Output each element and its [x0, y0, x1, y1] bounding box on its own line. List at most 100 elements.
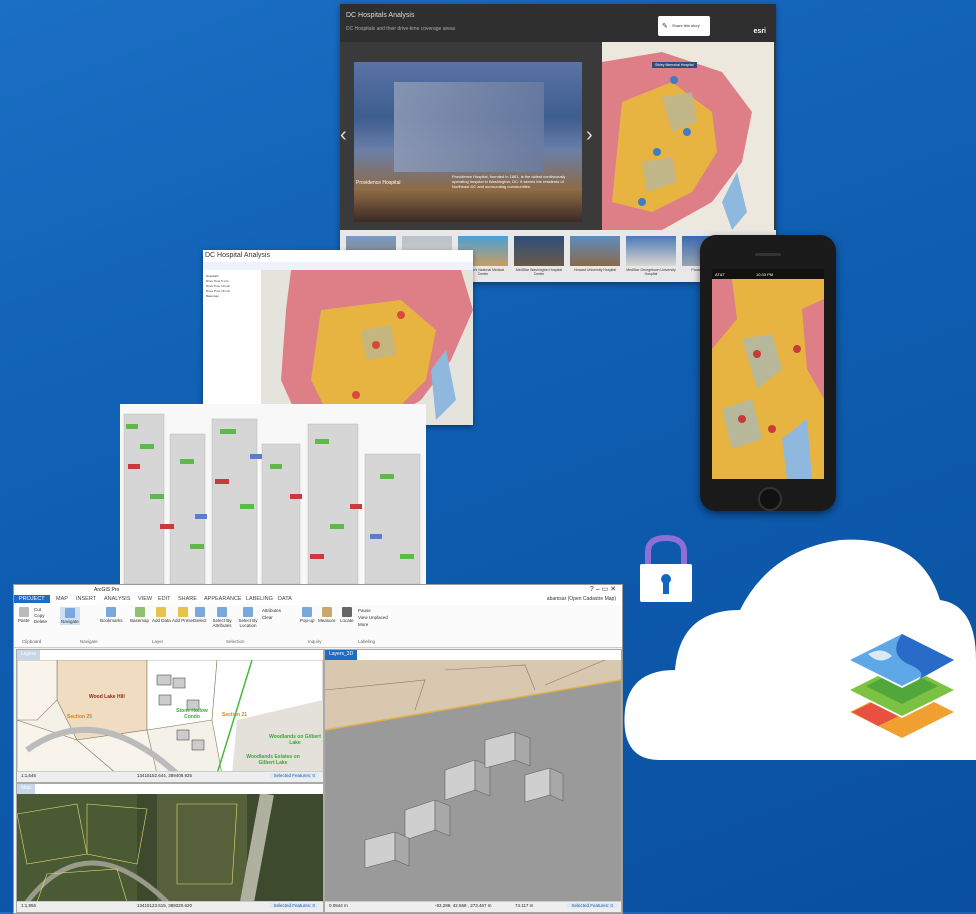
web-app-window: DC Hospital Analysis Hospitals Drive Tim…	[203, 250, 473, 425]
arcgis-pro-window: ArcGIS Pro ? – ▭ ✕ PROJECT MAP INSERT AN…	[13, 584, 623, 914]
selected-features[interactable]: Selected Features: 0	[269, 903, 319, 908]
scale-selector[interactable]: 1:1,856	[21, 903, 36, 908]
labeling-buttons[interactable]: Pause View Unplaced More	[358, 607, 388, 628]
esri-logo: esri	[753, 28, 766, 35]
tab-share[interactable]: SHARE	[178, 596, 197, 602]
attributes-button[interactable]: Attributes	[262, 607, 281, 614]
navigate-button[interactable]: Navigate	[60, 607, 80, 625]
select-by-location-button[interactable]: Select By Location	[236, 607, 260, 628]
share-button[interactable]: ✎ Share this story	[658, 16, 710, 36]
layer-item[interactable]: Basemap	[206, 294, 258, 299]
thumbnail[interactable]	[570, 236, 620, 266]
hospital-marker	[372, 341, 380, 349]
tab-analysis[interactable]: ANALYSIS	[104, 596, 131, 602]
clock: 10:33 PM	[756, 272, 774, 277]
photo-description: Providence Hospital, founded in 1861, is…	[452, 174, 566, 189]
phone-screen[interactable]: AT&T 10:33 PM	[712, 269, 824, 479]
web-app-sidebar: Hospitals Drive Time 5 min Drive Time 10…	[203, 270, 262, 425]
location-icon	[243, 607, 253, 617]
locate-icon	[341, 607, 352, 617]
hospital-marker	[653, 148, 661, 156]
tab-project[interactable]: PROJECT	[14, 595, 50, 603]
coordinates: 13415152.644, 389408.925	[137, 773, 193, 778]
thumbnail[interactable]	[626, 236, 676, 266]
tab-view[interactable]: VIEW	[138, 596, 152, 602]
group-layer: Layer	[152, 639, 164, 644]
tab-appearance[interactable]: APPEARANCE	[204, 596, 242, 602]
group-navigate: Navigate	[80, 639, 98, 644]
select-by-attributes-button[interactable]: Select By Attributes	[210, 607, 234, 628]
selection-small-buttons[interactable]: Attributes Clear	[262, 607, 281, 621]
hospital-marker	[768, 425, 776, 433]
pencil-icon: ✎	[662, 23, 668, 30]
lock-icon	[640, 534, 692, 602]
map-popup: Sibley Memorial Hospital	[652, 62, 697, 68]
hospital-marker	[753, 350, 761, 358]
hospital-marker	[670, 76, 678, 84]
add-data-button[interactable]: Add Data	[152, 607, 171, 623]
label-wood-lake: Wood Lake Hill	[89, 694, 125, 700]
window-controls-icon[interactable]: ? – ▭ ✕	[590, 585, 616, 593]
hospital-marker	[738, 415, 746, 423]
web-app-title: DC Hospital Analysis	[205, 252, 270, 259]
photo-caption: Providence Hospital	[356, 180, 401, 186]
map-pane-parcels[interactable]: Layers Wood Lake Hill Section 25 Stone H…	[16, 649, 324, 783]
ribbon: Paste Cut Copy Delete Navigate Bookmarks…	[14, 605, 622, 648]
hospital-photo: Providence Hospital	[354, 62, 582, 222]
tab-data[interactable]: DATA	[278, 596, 292, 602]
story-map-view[interactable]: Sibley Memorial Hospital	[602, 42, 774, 230]
web-app-map[interactable]	[261, 270, 473, 425]
pause-button[interactable]: Pause	[358, 607, 388, 614]
carrier: AT&T	[715, 272, 725, 277]
layers-icon	[842, 628, 962, 740]
3d-scene	[325, 660, 621, 902]
basemap-button[interactable]: Basemap	[130, 607, 149, 623]
next-arrow[interactable]: ›	[586, 124, 593, 147]
phone-map	[712, 279, 824, 479]
label-section-21: Section 21	[222, 712, 248, 718]
add-preset-button[interactable]: Add Preset	[172, 607, 194, 623]
ribbon-tabs: PROJECT MAP INSERT ANALYSIS VIEW EDIT SH…	[14, 595, 622, 605]
view-unplaced-button[interactable]: View Unplaced	[358, 614, 388, 621]
tab-map[interactable]: MAP	[56, 596, 68, 602]
story-title: DC Hospitals Analysis	[346, 12, 415, 19]
tab-edit[interactable]: EDIT	[158, 596, 171, 602]
measure-button[interactable]: Measure	[318, 607, 336, 623]
group-inquiry: Inquiry	[308, 639, 322, 644]
tab-insert[interactable]: INSERT	[76, 596, 96, 602]
map-pane-aerial[interactable]: Map 1:1,856 13415123.515, 389320.620 Sel…	[16, 783, 324, 913]
add-data-icon	[156, 607, 167, 617]
paste-button[interactable]: Paste	[18, 607, 30, 623]
aerial-imagery	[17, 794, 323, 902]
thumbnail[interactable]	[514, 236, 564, 266]
locate-button[interactable]: Locate	[340, 607, 354, 623]
popup-button[interactable]: Pop-up	[300, 607, 315, 623]
scale-selector[interactable]: 1:1,646	[21, 773, 36, 778]
delete-button[interactable]: Delete	[34, 619, 47, 625]
user-account[interactable]: abamsar (Open Cadastre Map)	[547, 596, 616, 602]
scale-selector[interactable]: 0.0544 m	[329, 903, 348, 908]
more-button[interactable]: More	[358, 621, 388, 628]
thumbnail-label: MedStar Washington Hospital Center	[515, 268, 563, 276]
prev-arrow[interactable]: ‹	[340, 124, 347, 147]
hospital-marker	[352, 391, 360, 399]
pane-status-bar: 1:1,646 13415152.644, 389408.925 Selecte…	[17, 771, 323, 782]
selected-features[interactable]: Selected Features: 0	[567, 903, 617, 908]
hospital-marker	[638, 198, 646, 206]
selected-features[interactable]: Selected Features: 0	[269, 773, 319, 778]
drive-time-map	[602, 42, 774, 230]
clear-button[interactable]: Clear	[262, 614, 281, 621]
home-button[interactable]	[758, 487, 782, 511]
story-subtitle: DC Hospitals and their drive-time covera…	[346, 26, 456, 32]
share-label: Share this story	[672, 23, 700, 28]
coordinates: 13415123.515, 389320.620	[137, 903, 193, 908]
clipboard-buttons[interactable]: Cut Copy Delete	[34, 607, 47, 625]
3d-building-blocks	[120, 404, 426, 594]
select-button[interactable]: Select	[194, 607, 207, 623]
tab-labeling[interactable]: LABELING	[246, 596, 273, 602]
label-woodlands-gilbert: Woodlands on Gilbert Lake	[269, 734, 321, 746]
scene-pane-3d[interactable]: Layers_3D 0.0544 m -93.289, 42.568 , 273…	[324, 649, 622, 913]
thumbnail-label: Howard University Hospital	[573, 268, 616, 272]
group-clipboard: Clipboard	[22, 639, 42, 644]
bookmarks-button[interactable]: Bookmarks	[100, 607, 123, 623]
